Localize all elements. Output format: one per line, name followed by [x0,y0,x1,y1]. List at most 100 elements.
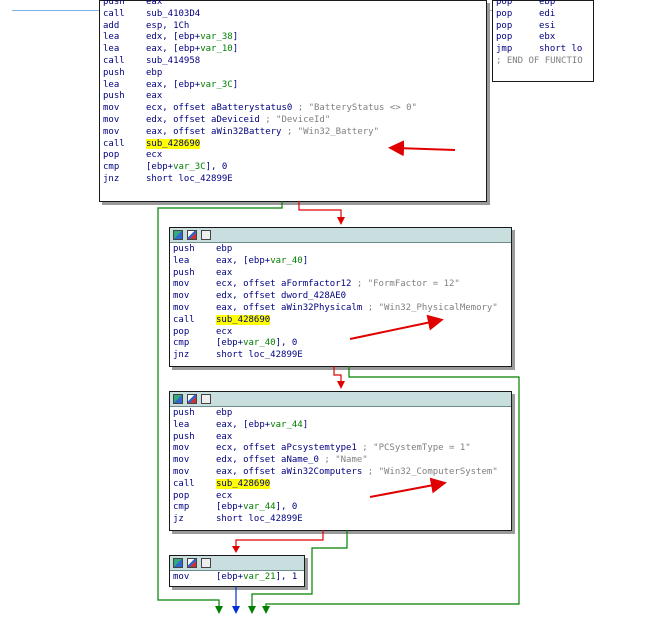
mnemonic[interactable]: push [173,432,195,444]
instruction-row[interactable]: call sub_428690 [170,478,511,491]
operands[interactable]: eax, offset aWin32Computers ; "Win32_Com… [216,467,498,479]
mnemonic[interactable]: call [103,139,125,151]
instruction-row[interactable]: cmp [ebp+var_40], 0 [170,338,511,350]
instruction-row[interactable]: mov ecx, offset aFormfactor12 ; "FormFact… [170,279,511,291]
mnemonic[interactable]: push [173,244,195,256]
mnemonic[interactable]: mov [173,572,189,584]
instruction-row[interactable]: pop ebx [493,32,593,44]
instruction-row[interactable]: pop ebp [493,0,593,9]
instruction-row[interactable]: lea eax, [ebp+var_10] [100,44,486,56]
mnemonic[interactable]: mov [103,127,119,139]
graph-view-icon[interactable] [173,394,183,404]
operands[interactable]: eax, offset aWin32Battery ; "Win32_Batte… [146,127,379,139]
instruction-row[interactable]: push eax [100,0,486,9]
operands[interactable]: edx, offset dword_428AE0 [216,291,346,303]
mnemonic[interactable]: cmp [173,502,189,514]
variable-ref[interactable]: var_40 [270,256,303,266]
instruction-row[interactable]: call sub_4103D4 [100,9,486,21]
instruction-row[interactable]: mov eax, offset aWin32Battery ; "Win32_Ba… [100,127,486,139]
variable-ref[interactable]: var_44 [243,502,276,512]
mnemonic[interactable]: push [173,268,195,280]
mnemonic[interactable]: lea [103,32,119,44]
instruction-row[interactable]: lea eax, [ebp+var_3C] [100,80,486,92]
mnemonic[interactable]: jmp [496,44,512,56]
operands[interactable]: eax, offset aWin32Physicalm ; "Win32_Phy… [216,303,498,315]
operands[interactable]: edx, offset aDeviceid ; "DeviceId" [146,115,330,127]
instruction-row[interactable]: mov [ebp+var_21], 1 [170,572,304,584]
operands[interactable]: ecx [146,150,162,162]
function-ref[interactable]: sub_428690 [216,314,271,325]
code-block-epilogue[interactable]: pop ebp pop edi pop esi pop ebx jmp short lo; END… [492,0,594,82]
mnemonic[interactable]: jnz [103,174,119,186]
instruction-row[interactable]: push eax [170,432,511,444]
operands[interactable]: [ebp+var_3C], 0 [146,162,227,174]
instruction-row[interactable]: mov edx, offset dword_428AE0 [170,291,511,303]
mnemonic[interactable]: mov [173,455,189,467]
operands[interactable]: [ebp+var_21], 1 [216,572,297,584]
operands[interactable]: ecx [216,327,232,339]
instruction-row[interactable]: push ebp [170,244,511,256]
code-block-battery[interactable]: push eax call sub_4103D4 add esp, 1Ch lea edx, … [99,0,487,202]
instruction-row[interactable]: push ebp [170,408,511,420]
operands[interactable]: eax, [ebp+var_3C] [146,80,238,92]
variable-ref[interactable]: var_3C [200,80,233,90]
mnemonic[interactable]: jnz [173,350,189,362]
instruction-row[interactable]: pop esi [493,21,593,33]
operands[interactable]: eax [216,432,232,444]
instruction-row[interactable]: add esp, 1Ch [100,21,486,33]
instruction-row[interactable]: lea eax, [ebp+var_44] [170,420,511,432]
graph-view-icon[interactable] [173,230,183,240]
operands[interactable]: ecx, offset aFormfactor12 ; "FormFactor … [216,279,460,291]
mnemonic[interactable]: add [103,21,119,33]
variable-ref[interactable]: var_21 [243,572,276,582]
operands[interactable]: edx, [ebp+var_38] [146,32,238,44]
mnemonic[interactable]: call [103,9,125,21]
operands[interactable]: ecx [216,491,232,503]
mnemonic[interactable]: pop [496,21,512,33]
mnemonic[interactable]: pop [496,9,512,21]
operands[interactable]: short loc_42899E [146,174,233,186]
operands[interactable]: eax, [ebp+var_44] [216,420,308,432]
operands[interactable]: [ebp+var_40], 0 [216,338,297,350]
text-view-icon[interactable] [201,230,211,240]
mnemonic[interactable]: cmp [173,338,189,350]
instruction-row[interactable]: pop ecx [170,327,511,339]
operands[interactable]: esp, 1Ch [146,21,189,33]
operands[interactable]: ebp [216,244,232,256]
instruction-row[interactable]: mov ecx, offset aBatterystatus0 ; "Batter… [100,103,486,115]
instruction-row[interactable]: call sub_414958 [100,56,486,68]
operands[interactable]: esi [539,21,555,33]
operands[interactable]: [ebp+var_44], 0 [216,502,297,514]
instruction-row[interactable]: jnz short loc_42899E [170,350,511,362]
operands[interactable]: sub_428690 [146,138,201,151]
mnemonic[interactable]: pop [173,327,189,339]
variable-ref[interactable]: var_40 [243,338,276,348]
operands[interactable]: eax [146,0,162,9]
edit-graph-icon[interactable] [187,558,197,568]
instruction-row[interactable]: call sub_428690 [100,138,486,151]
instruction-row[interactable]: push eax [170,268,511,280]
code-block-physical-memory[interactable]: push ebp lea eax, [ebp+var_40] push eax mov ecx… [169,227,512,367]
variable-ref[interactable]: var_44 [270,420,303,430]
mnemonic[interactable]: pop [496,0,512,9]
operands[interactable]: ecx, offset aPcsystemtype1 ; "PCSystemTy… [216,443,471,455]
instruction-row[interactable]: call sub_428690 [170,314,511,327]
edit-graph-icon[interactable] [187,394,197,404]
operands[interactable]: ecx, offset aBatterystatus0 ; "BatterySt… [146,103,417,115]
instruction-row[interactable]: jz short loc_42899E [170,514,511,526]
mnemonic[interactable]: lea [173,256,189,268]
mnemonic[interactable]: lea [103,80,119,92]
function-ref[interactable]: sub_428690 [146,138,201,149]
operands[interactable]: short loc_42899E [216,350,303,362]
mnemonic[interactable]: mov [173,303,189,315]
mnemonic[interactable]: lea [173,420,189,432]
instruction-row[interactable]: pop edi [493,9,593,21]
variable-ref[interactable]: var_10 [200,44,233,54]
mnemonic[interactable]: call [173,479,195,491]
operands[interactable]: edi [539,9,555,21]
mnemonic[interactable]: lea [103,44,119,56]
instruction-row[interactable]: mov eax, offset aWin32Physicalm ; "Win32_… [170,303,511,315]
operands[interactable]: ebp [539,0,555,9]
instruction-row[interactable]: push ebp [100,68,486,80]
variable-ref[interactable]: var_3C [173,162,206,172]
